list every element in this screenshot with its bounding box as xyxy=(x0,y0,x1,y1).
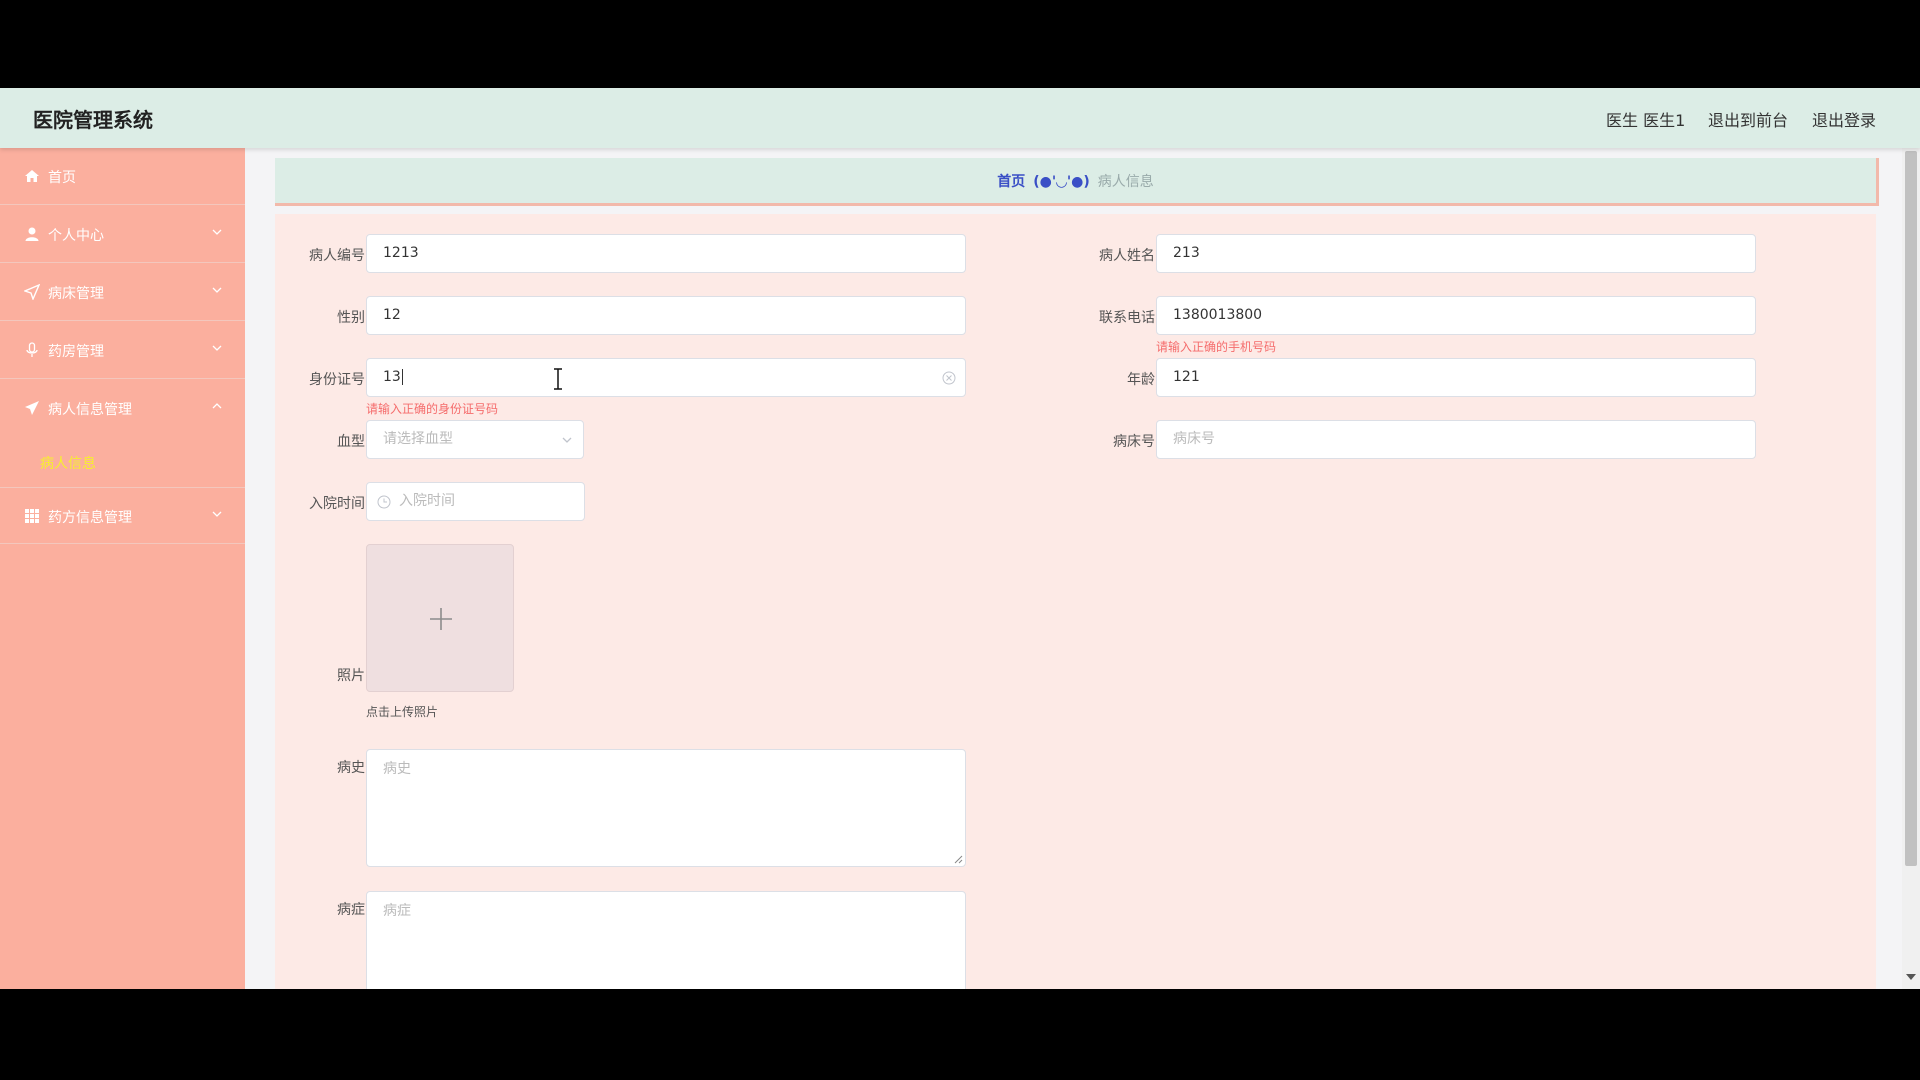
breadcrumb-separator: (●'◡'●) xyxy=(1033,174,1090,190)
admit-time-placeholder: 入院时间 xyxy=(399,493,455,509)
bed-no-label: 病床号 xyxy=(1113,434,1155,450)
breadcrumb-home[interactable]: 首页 xyxy=(997,174,1025,190)
resize-handle-icon[interactable] xyxy=(954,855,963,864)
breadcrumb-current: 病人信息 xyxy=(1097,174,1154,190)
sidebar-item-bed-management[interactable]: 病床管理 xyxy=(0,264,245,321)
blood-type-select[interactable]: 请选择血型 xyxy=(366,420,584,459)
photo-upload-hint: 点击上传照片 xyxy=(366,705,439,719)
symptoms-textarea[interactable]: 病症 xyxy=(366,891,966,989)
send-icon xyxy=(24,284,40,300)
phone-error: 请输入正确的手机号码 xyxy=(1156,340,1277,354)
app-screen: 医院管理系统 医生 医生1 退出到前台 退出登录 首页 个人中心 病床管理 药房… xyxy=(0,88,1920,989)
admit-time-input[interactable]: 入院时间 xyxy=(366,482,585,521)
phone-input[interactable]: 1380013800 xyxy=(1156,296,1756,335)
text-cursor xyxy=(401,369,403,385)
sidebar-item-label: 药方信息管理 xyxy=(48,510,132,526)
sidebar: 首页 个人中心 病床管理 药房管理 病人信息管理 病人信息 药方信息管理 xyxy=(0,148,245,989)
gender-input[interactable]: 12 xyxy=(366,296,966,335)
sidebar-item-home[interactable]: 首页 xyxy=(0,148,245,205)
sidebar-item-personal-center[interactable]: 个人中心 xyxy=(0,206,245,263)
id-card-label: 身份证号 xyxy=(309,372,365,388)
exit-to-front-link[interactable]: 退出到前台 xyxy=(1708,107,1788,131)
paper-plane-icon xyxy=(25,401,39,415)
sidebar-item-label: 个人中心 xyxy=(48,228,104,244)
microphone-icon xyxy=(26,342,38,357)
age-label: 年龄 xyxy=(1127,372,1155,388)
current-user[interactable]: 医生 医生1 xyxy=(1606,107,1685,131)
age-input[interactable]: 121 xyxy=(1156,358,1756,397)
patient-name-input[interactable]: 213 xyxy=(1156,234,1756,273)
sidebar-item-patient-info-management[interactable]: 病人信息管理 xyxy=(0,380,245,437)
blood-type-placeholder: 请选择血型 xyxy=(383,431,453,447)
patient-name-label: 病人姓名 xyxy=(1099,248,1155,264)
symptoms-label: 病症 xyxy=(337,902,365,918)
text-cursor-icon xyxy=(554,368,562,390)
user-icon xyxy=(25,227,39,241)
id-card-error: 请输入正确的身份证号码 xyxy=(366,402,499,416)
patient-id-input[interactable]: 1213 xyxy=(366,234,966,273)
chevron-down-icon xyxy=(212,287,222,293)
admit-time-label: 入院时间 xyxy=(309,496,365,512)
submenu-item-patient-info[interactable]: 病人信息 xyxy=(0,437,245,487)
main-content: 首页 (●'◡'●) 病人信息 病人编号 1213 病人姓名 213 性别 12 联… xyxy=(245,148,1902,989)
grid-icon xyxy=(25,509,39,523)
sidebar-item-label: 药房管理 xyxy=(48,344,104,360)
plus-icon xyxy=(430,608,452,630)
chevron-down-icon xyxy=(562,437,572,443)
sidebar-item-label: 病床管理 xyxy=(48,286,104,302)
clock-icon xyxy=(377,495,391,509)
home-icon xyxy=(25,170,39,182)
chevron-down-icon xyxy=(212,229,222,235)
gender-label: 性别 xyxy=(337,310,365,326)
sidebar-item-pharmacy-management[interactable]: 药房管理 xyxy=(0,322,245,379)
blood-type-label: 血型 xyxy=(337,434,365,450)
history-label: 病史 xyxy=(337,760,365,776)
submenu-item-label: 病人信息 xyxy=(40,456,96,472)
breadcrumb: 首页 (●'◡'●) 病人信息 xyxy=(275,158,1879,206)
photo-upload-box[interactable] xyxy=(366,544,514,692)
clear-icon[interactable] xyxy=(942,371,956,385)
history-placeholder: 病史 xyxy=(383,761,411,777)
photo-label: 照片 xyxy=(337,668,365,684)
sidebar-item-prescription-management[interactable]: 药方信息管理 xyxy=(0,487,245,544)
patient-id-label: 病人编号 xyxy=(309,248,365,264)
id-card-value: 13 xyxy=(383,369,401,385)
top-bar: 医院管理系统 医生 医生1 退出到前台 退出登录 xyxy=(0,88,1920,148)
scroll-down-arrow-icon[interactable] xyxy=(1906,974,1916,980)
patient-form: 病人编号 1213 病人姓名 213 性别 12 联系电话 1380013800… xyxy=(275,214,1876,989)
id-card-input[interactable]: 13 xyxy=(366,358,966,397)
app-title: 医院管理系统 xyxy=(33,108,153,132)
scrollbar-thumb[interactable] xyxy=(1905,151,1917,866)
symptoms-placeholder: 病症 xyxy=(383,903,411,919)
bed-no-input[interactable]: 病床号 xyxy=(1156,420,1756,459)
page-scrollbar[interactable] xyxy=(1902,148,1920,989)
phone-label: 联系电话 xyxy=(1099,310,1155,326)
sidebar-item-label: 首页 xyxy=(48,170,76,186)
history-textarea[interactable]: 病史 xyxy=(366,749,966,867)
chevron-down-icon xyxy=(212,511,222,517)
logout-link[interactable]: 退出登录 xyxy=(1812,107,1876,131)
chevron-down-icon xyxy=(212,345,222,351)
sidebar-item-label: 病人信息管理 xyxy=(48,402,132,418)
chevron-up-icon xyxy=(212,403,222,409)
